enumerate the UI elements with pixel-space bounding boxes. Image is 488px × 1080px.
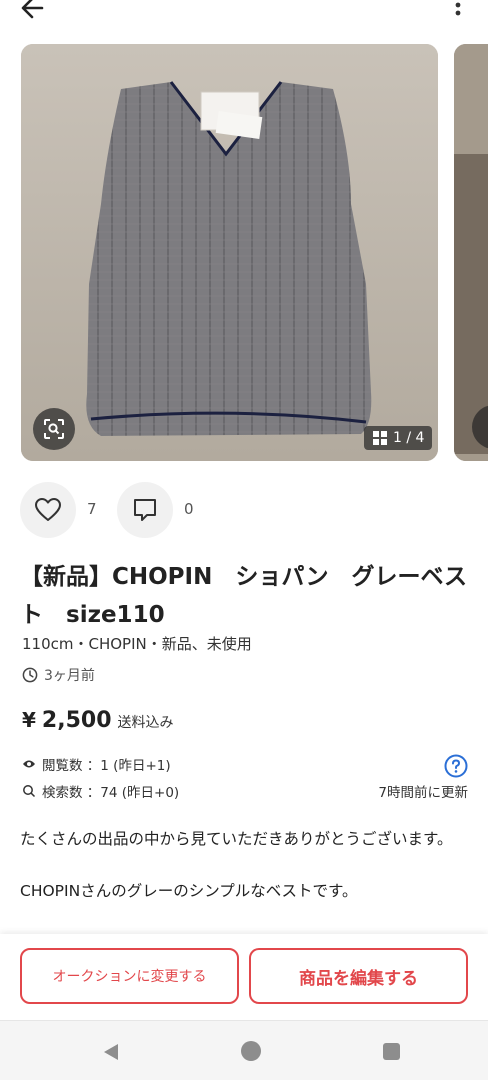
photo-counter-text: 1 / 4 xyxy=(393,430,425,446)
more-vertical-icon[interactable] xyxy=(448,0,468,22)
arrow-left-icon[interactable] xyxy=(18,0,48,22)
item-meta: 110cm・CHOPIN・新品、未使用 xyxy=(22,635,252,653)
eye-icon xyxy=(23,760,35,768)
photo-carousel[interactable]: 1 / 4 xyxy=(0,44,488,462)
stats-block: 閲覧数 ：1 (昨日+1) 検索数 ：74 (昨日+0) 7時間前に更新 xyxy=(22,754,468,804)
vest-image xyxy=(21,44,438,461)
search-icon xyxy=(23,785,36,798)
description-paragraph: CHOPINさんのグレーのシンプルなベストです。 xyxy=(20,882,358,900)
comment-button[interactable] xyxy=(117,482,173,538)
edit-item-button[interactable]: 商品を編集する xyxy=(249,948,468,1004)
comment-icon xyxy=(134,499,156,521)
item-description: たくさんの出品の中から見ていただきありがとうございます。 CHOPINさんのグレ… xyxy=(20,826,470,930)
bottom-action-panel: オークションに変更する 商品を編集する xyxy=(0,934,488,1020)
searches-stat: 検索数 ：74 (昨日+0) xyxy=(22,781,179,801)
photo-counter[interactable]: 1 / 4 xyxy=(364,426,433,450)
price-value: 2,500 xyxy=(41,708,112,733)
nav-recents-icon[interactable] xyxy=(383,1043,400,1060)
posted-time: 3ヶ月前 xyxy=(22,665,95,685)
posted-time-text: 3ヶ月前 xyxy=(44,668,95,684)
heart-icon xyxy=(35,498,61,521)
nav-home-icon[interactable] xyxy=(241,1041,261,1061)
price-row: ¥ 2,500 送料込み xyxy=(22,708,174,733)
next-photo-image xyxy=(454,44,488,461)
like-count: 7 xyxy=(87,500,97,518)
help-icon[interactable] xyxy=(444,754,468,778)
searches-text: 検索数 ：74 (昨日+0) xyxy=(42,785,180,801)
next-photo-preview[interactable] xyxy=(454,44,488,461)
nav-back-icon[interactable] xyxy=(101,1042,121,1062)
comment-count: 0 xyxy=(184,500,194,518)
image-search-icon xyxy=(44,419,64,439)
description-paragraph: たくさんの出品の中から見ていただきありがとうございます。 xyxy=(20,830,453,848)
shipping-note: 送料込み xyxy=(117,715,174,731)
grid-icon xyxy=(373,431,387,445)
like-button[interactable] xyxy=(20,482,76,538)
views-stat: 閲覧数 ：1 (昨日+1) xyxy=(22,754,171,774)
image-search-button[interactable] xyxy=(33,408,75,450)
system-nav-bar xyxy=(0,1020,488,1080)
views-text: 閲覧数 ：1 (昨日+1) xyxy=(42,758,171,774)
change-to-auction-button[interactable]: オークションに変更する xyxy=(20,948,239,1004)
price-symbol: ¥ xyxy=(22,708,36,732)
updated-text: 7時間前に更新 xyxy=(378,785,468,801)
top-bar xyxy=(0,0,488,24)
item-title: 【新品】CHOPIN ショパン グレーベスト size110 xyxy=(20,564,467,628)
clock-icon xyxy=(22,667,38,683)
product-photo[interactable]: 1 / 4 xyxy=(21,44,438,461)
